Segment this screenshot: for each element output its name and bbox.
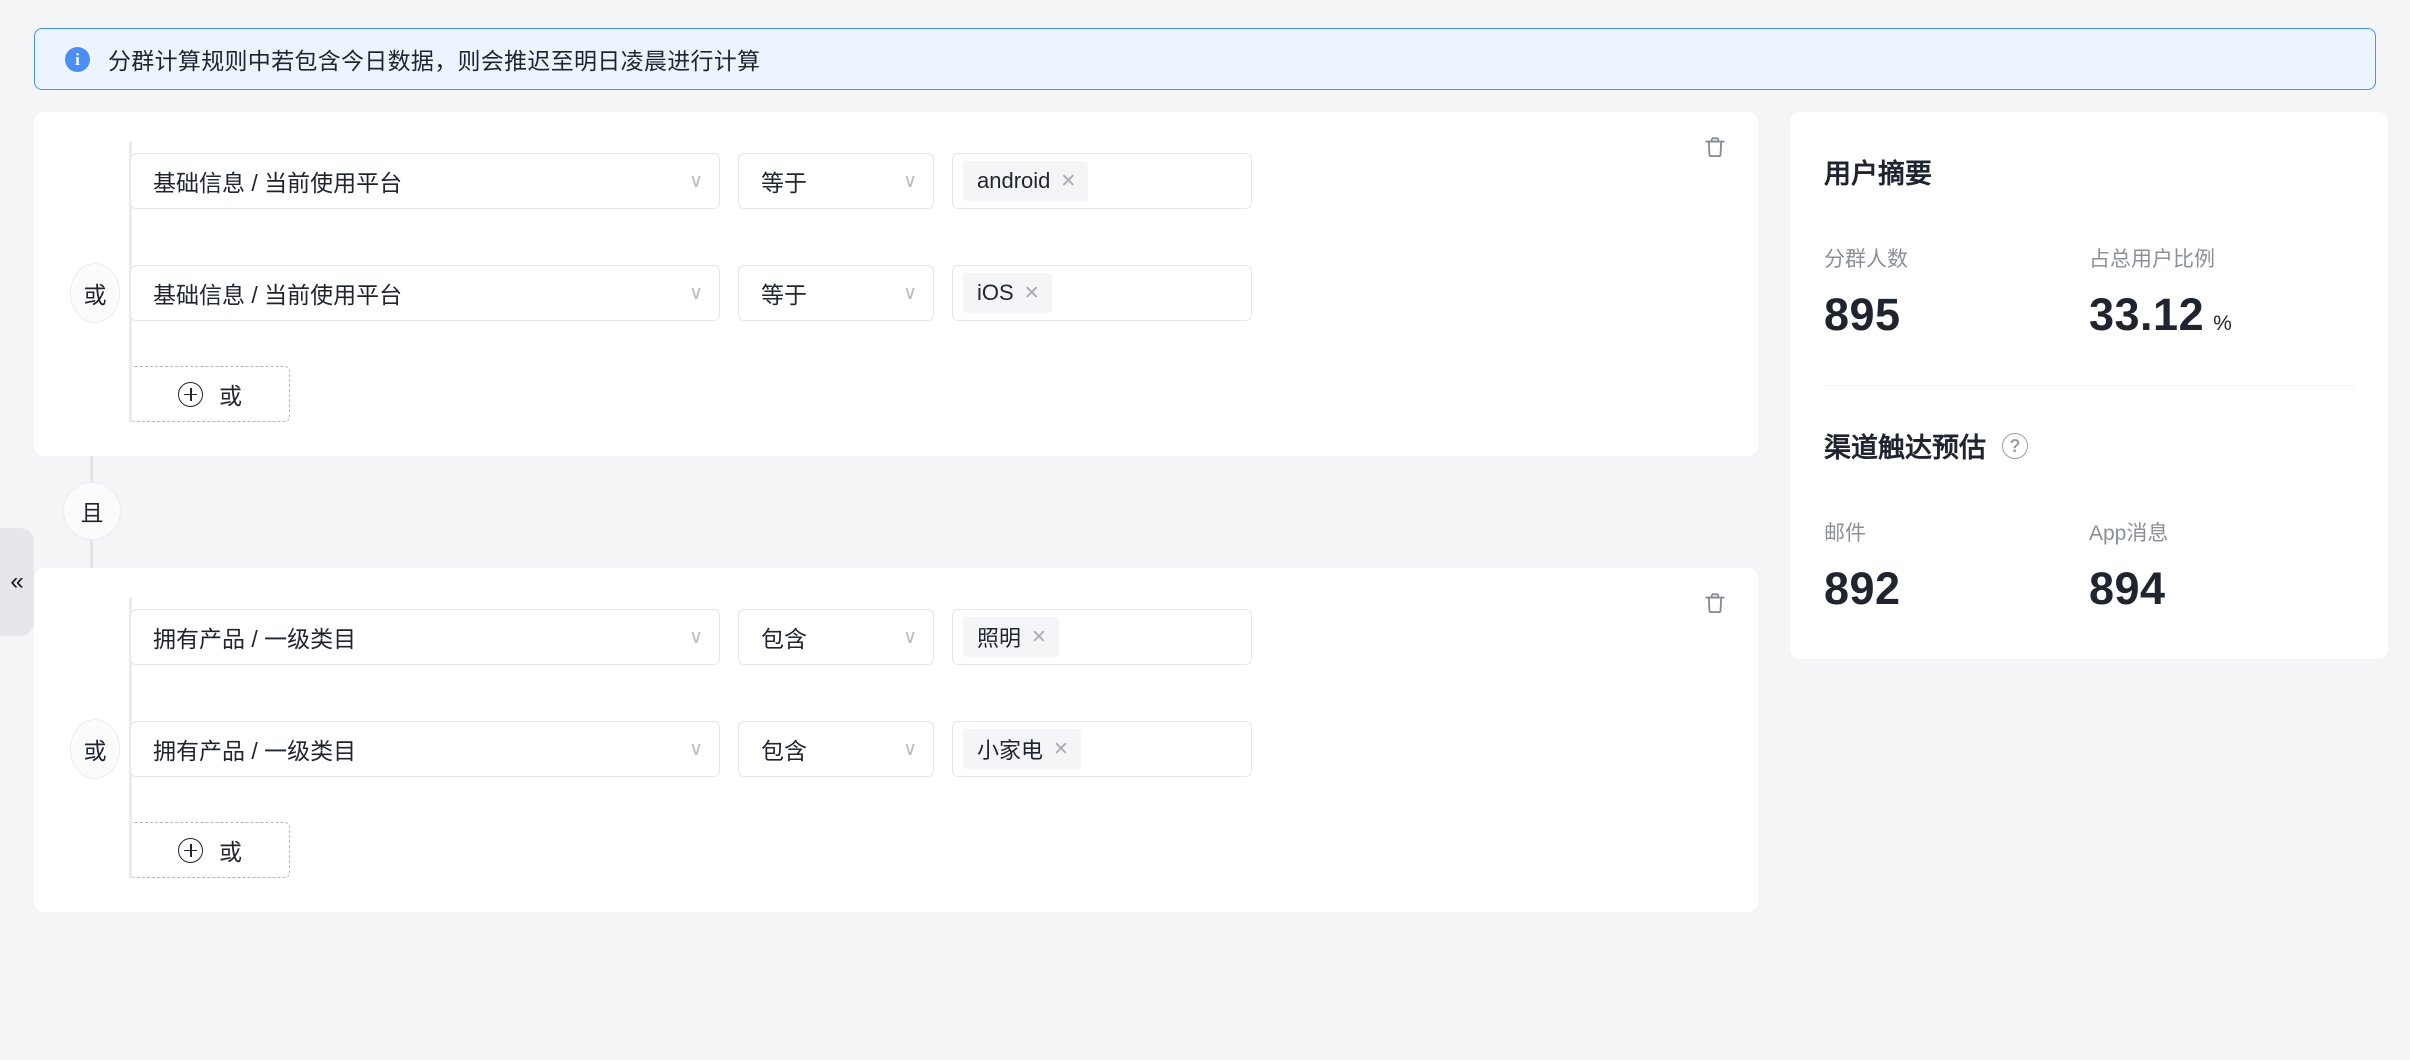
metric-value-wrap: 895	[1824, 289, 2089, 341]
value-tag: 小家电 ✕	[963, 729, 1081, 769]
operator-select[interactable]: 等于 ∨	[738, 153, 934, 209]
metric-value: 33.12	[2089, 289, 2205, 340]
operator-select-value: 等于	[761, 170, 807, 196]
add-or-condition-label: 或	[219, 839, 242, 865]
user-summary-title-label: 用户摘要	[1824, 159, 1932, 189]
metric-value: 892	[1824, 563, 1901, 614]
add-condition-row: 或	[130, 822, 1758, 878]
value-tag: 照明 ✕	[963, 617, 1059, 657]
value-tag: android ✕	[963, 161, 1089, 201]
group-connector-area: 且	[34, 456, 1758, 568]
info-circle-icon: i	[65, 46, 90, 72]
condition-list: 基础信息 / 当前使用平台 ∨ 等于 ∨ android ✕ 或 基础信息 / …	[34, 142, 1758, 422]
metric-unit: %	[2213, 312, 2233, 335]
operator-select-value: 等于	[761, 282, 807, 308]
chevron-down-icon: ∨	[903, 626, 917, 648]
metric-label: 邮件	[1824, 522, 1866, 545]
metric-value-wrap: 33.12 %	[2089, 289, 2354, 341]
condition-row: 或 基础信息 / 当前使用平台 ∨ 等于 ∨ iOS ✕	[70, 254, 1758, 332]
chevron-down-icon: ∨	[689, 170, 703, 192]
plus-circle-icon	[178, 381, 203, 407]
add-or-condition-label: 或	[219, 383, 242, 409]
metric-label: App消息	[2089, 522, 2169, 545]
info-alert-text: 分群计算规则中若包含今日数据，则会推迟至明日凌晨进行计算	[108, 48, 761, 74]
add-condition-row: 或	[130, 366, 1758, 422]
value-tag-input[interactable]: 照明 ✕	[952, 609, 1252, 665]
row-connector-label: 或	[83, 282, 107, 308]
metric-app-message-reach: App消息 894	[2089, 517, 2354, 615]
condition-list: 拥有产品 / 一级类目 ∨ 包含 ∨ 照明 ✕ 或 拥有产品 / 一级类目 ∨ …	[34, 598, 1758, 878]
question-circle-icon[interactable]: ?	[2002, 432, 2028, 459]
channel-reach-block: 渠道触达预估 ? 邮件 892 App消息 894	[1824, 385, 2354, 659]
chevron-down-icon: ∨	[903, 738, 917, 760]
chevron-down-icon: ∨	[689, 738, 703, 760]
operator-select-value: 包含	[761, 738, 807, 764]
channel-reach-metrics: 邮件 892 App消息 894	[1824, 517, 2354, 615]
field-select[interactable]: 基础信息 / 当前使用平台 ∨	[130, 153, 720, 209]
channel-reach-title-label: 渠道触达预估	[1824, 433, 1986, 463]
condition-group: 基础信息 / 当前使用平台 ∨ 等于 ∨ android ✕ 或 基础信息 / …	[34, 112, 1758, 456]
chevron-down-icon: ∨	[903, 282, 917, 304]
field-select[interactable]: 拥有产品 / 一级类目 ∨	[130, 721, 720, 777]
user-summary-metrics: 分群人数 895 占总用户比例 33.12 %	[1824, 243, 2354, 341]
user-summary-block: 用户摘要 分群人数 895 占总用户比例 33.12 %	[1824, 112, 2354, 385]
value-tag: iOS ✕	[963, 273, 1052, 313]
metric-label: 分群人数	[1824, 248, 1908, 271]
operator-select-value: 包含	[761, 626, 807, 652]
plus-circle-icon	[178, 837, 203, 863]
operator-select[interactable]: 等于 ∨	[738, 265, 934, 321]
value-tag-input[interactable]: iOS ✕	[952, 265, 1252, 321]
add-or-condition-button[interactable]: 或	[130, 822, 290, 878]
value-tag-label: android	[977, 168, 1051, 193]
metric-value-wrap: 894	[2089, 563, 2354, 615]
condition-row: 拥有产品 / 一级类目 ∨ 包含 ∨ 照明 ✕	[130, 598, 1758, 676]
field-select-value: 基础信息 / 当前使用平台	[153, 282, 403, 308]
summary-panel: 用户摘要 分群人数 895 占总用户比例 33.12 % 渠道触达预估 ? 邮件…	[1790, 112, 2388, 659]
condition-group: 拥有产品 / 一级类目 ∨ 包含 ∨ 照明 ✕ 或 拥有产品 / 一级类目 ∨ …	[34, 568, 1758, 912]
row-connector-or[interactable]: 或	[70, 263, 120, 323]
metric-email-reach: 邮件 892	[1824, 517, 2089, 615]
metric-value: 894	[2089, 563, 2166, 614]
value-tag-label: iOS	[977, 280, 1014, 305]
collapse-panel-handle[interactable]: «	[0, 528, 34, 636]
metric-value: 895	[1824, 289, 1901, 340]
chevron-down-icon: ∨	[903, 170, 917, 192]
group-connector-and[interactable]: 且	[63, 482, 121, 540]
close-icon[interactable]: ✕	[1060, 172, 1076, 191]
value-tag-input[interactable]: android ✕	[952, 153, 1252, 209]
chevron-double-left-icon: «	[10, 568, 24, 595]
add-or-condition-button[interactable]: 或	[130, 366, 290, 422]
condition-row: 基础信息 / 当前使用平台 ∨ 等于 ∨ android ✕	[130, 142, 1758, 220]
operator-select[interactable]: 包含 ∨	[738, 609, 934, 665]
operator-select[interactable]: 包含 ∨	[738, 721, 934, 777]
content-area: « 基础信息 / 当前使用平台 ∨ 等于 ∨ android ✕ 或 基础信息 …	[0, 112, 2388, 912]
field-select-value: 拥有产品 / 一级类目	[153, 626, 357, 652]
channel-reach-title: 渠道触达预估 ?	[1824, 426, 2354, 465]
group-connector-label: 且	[80, 500, 104, 526]
metric-segment-size: 分群人数 895	[1824, 243, 2089, 341]
field-select-value: 拥有产品 / 一级类目	[153, 738, 357, 764]
chevron-down-icon: ∨	[689, 282, 703, 304]
field-select-value: 基础信息 / 当前使用平台	[153, 170, 403, 196]
value-tag-label: 照明	[977, 626, 1022, 651]
metric-label: 占总用户比例	[2089, 248, 2215, 271]
info-alert-banner: i 分群计算规则中若包含今日数据，则会推迟至明日凌晨进行计算	[34, 28, 2376, 90]
row-connector-label: 或	[83, 738, 107, 764]
close-icon[interactable]: ✕	[1053, 740, 1069, 759]
value-tag-input[interactable]: 小家电 ✕	[952, 721, 1252, 777]
user-summary-title: 用户摘要	[1824, 152, 2354, 191]
condition-row: 或 拥有产品 / 一级类目 ∨ 包含 ∨ 小家电 ✕	[70, 710, 1758, 788]
chevron-down-icon: ∨	[689, 626, 703, 648]
segment-rule-builder-page: i 分群计算规则中若包含今日数据，则会推迟至明日凌晨进行计算 « 基础信息 / …	[0, 0, 2410, 1060]
field-select[interactable]: 基础信息 / 当前使用平台 ∨	[130, 265, 720, 321]
rule-builder: « 基础信息 / 当前使用平台 ∨ 等于 ∨ android ✕ 或 基础信息 …	[0, 112, 1758, 912]
value-tag-label: 小家电	[977, 738, 1044, 763]
metric-total-share: 占总用户比例 33.12 %	[2089, 243, 2354, 341]
close-icon[interactable]: ✕	[1024, 284, 1040, 303]
row-connector-or[interactable]: 或	[70, 719, 120, 779]
close-icon[interactable]: ✕	[1031, 628, 1047, 647]
field-select[interactable]: 拥有产品 / 一级类目 ∨	[130, 609, 720, 665]
metric-value-wrap: 892	[1824, 563, 2089, 615]
